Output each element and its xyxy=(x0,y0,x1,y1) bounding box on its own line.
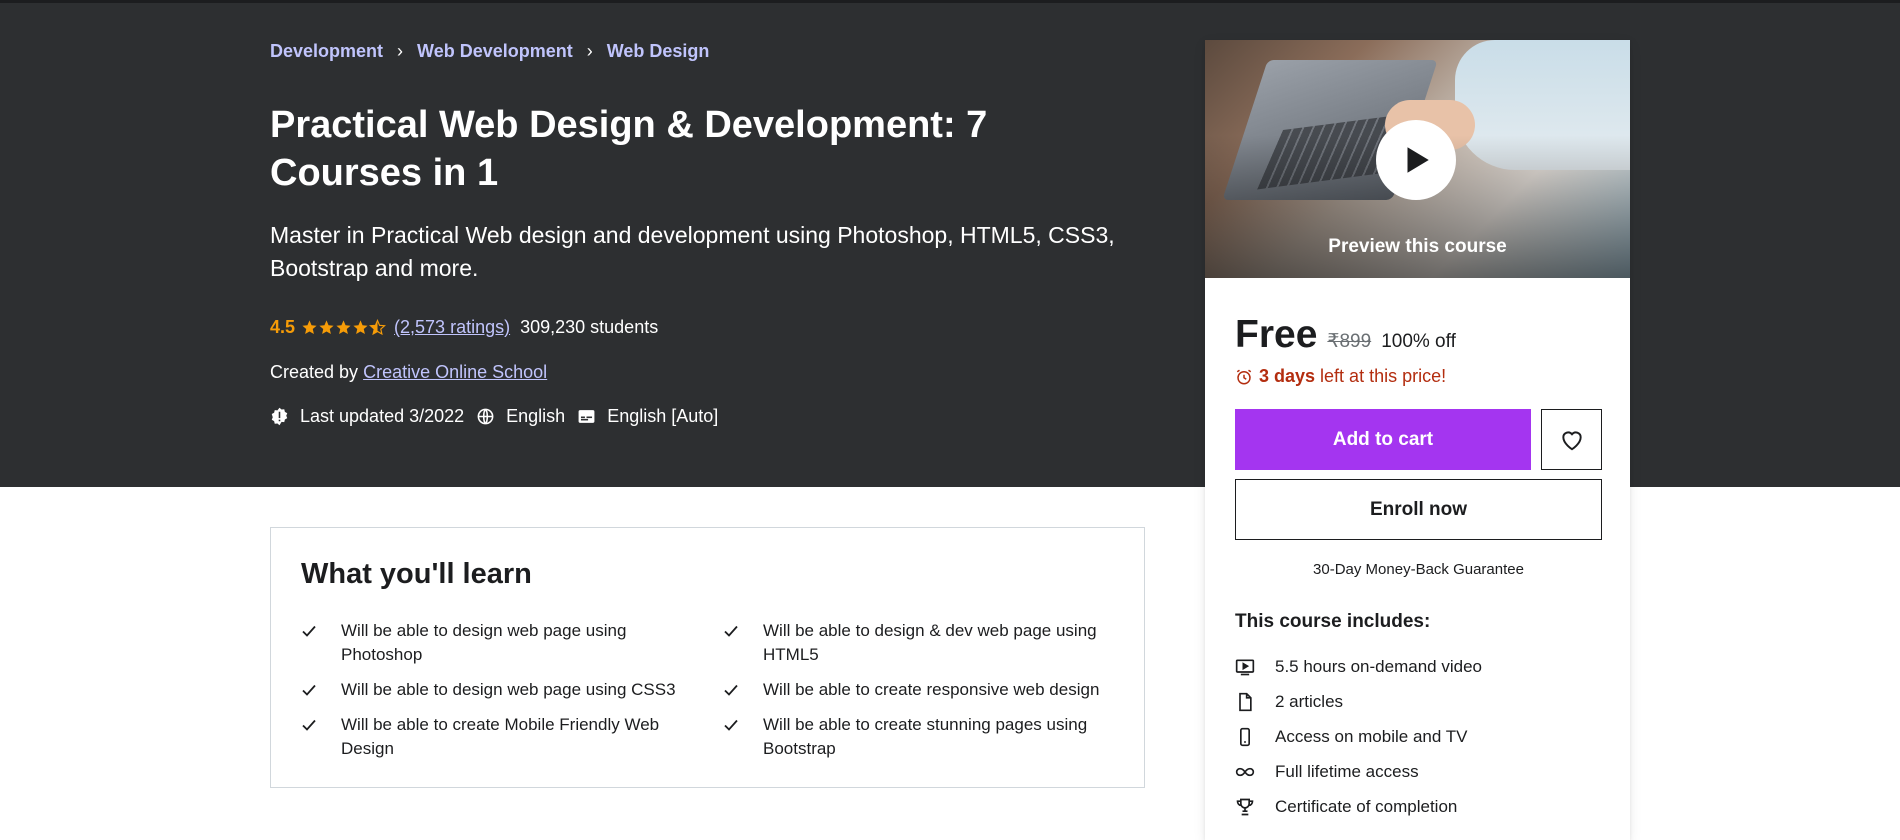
heart-icon xyxy=(1561,431,1582,450)
alert-badge-icon xyxy=(270,407,289,426)
learn-item-text: Will be able to create responsive web de… xyxy=(763,680,1100,699)
course-subtitle: Master in Practical Web design and devel… xyxy=(270,222,1115,281)
course-captions: English [Auto] xyxy=(607,406,719,426)
price-row: Free ₹899 100% off xyxy=(1235,313,1456,357)
mobile-icon xyxy=(1235,727,1255,747)
learn-item-text: Will be able to design web page using CS… xyxy=(341,680,676,699)
includes-item: Access on mobile and TV xyxy=(1235,719,1482,754)
trophy-icon xyxy=(1235,797,1255,817)
includes-item: 5.5 hours on-demand video xyxy=(1235,649,1482,684)
star-icon xyxy=(302,320,317,335)
includes-item-label: 5.5 hours on-demand video xyxy=(1275,656,1482,676)
learn-item-text: Will be able to create Mobile Friendly W… xyxy=(341,715,660,758)
check-icon xyxy=(302,684,316,696)
learn-item: Will be able to create stunning pages us… xyxy=(723,713,1103,761)
breadcrumb: Development › Web Development › Web Desi… xyxy=(270,41,709,62)
learn-item-text: Will be able to design & dev web page us… xyxy=(763,621,1097,664)
learn-item: Will be able to design web page using Ph… xyxy=(301,619,681,667)
star-half-icon xyxy=(369,319,386,336)
includes-item: Certificate of completion xyxy=(1235,789,1482,824)
rating-row: 4.5 (2,573 ratings) 309,230 students xyxy=(270,317,658,338)
check-icon xyxy=(302,625,316,637)
enroll-now-button[interactable]: Enroll now xyxy=(1235,479,1602,540)
play-icon xyxy=(1407,147,1429,173)
check-icon xyxy=(302,719,316,731)
includes-item-label: Certificate of completion xyxy=(1275,796,1458,816)
includes-item-label: Full lifetime access xyxy=(1275,761,1419,781)
last-updated: Last updated 3/2022 xyxy=(300,406,465,426)
course-language: English xyxy=(506,406,566,426)
includes-item-label: Access on mobile and TV xyxy=(1275,726,1468,746)
wishlist-button[interactable] xyxy=(1541,409,1602,470)
timer-text: left at this price! xyxy=(1320,366,1447,386)
learn-item-text: Will be able to create stunning pages us… xyxy=(763,715,1088,758)
course-meta: Last updated 3/2022 English English [Aut… xyxy=(270,406,730,427)
what-you-learn-box: What you'll learn Will be able to design… xyxy=(270,527,1145,788)
learn-item: Will be able to create Mobile Friendly W… xyxy=(301,713,681,761)
purchase-sidebar: Preview this course Free ₹899 100% off 3… xyxy=(1205,40,1630,840)
globe-icon xyxy=(476,407,495,426)
what-you-learn-title: What you'll learn xyxy=(301,558,532,590)
learn-item-text: Will be able to design web page using Ph… xyxy=(341,621,627,664)
infinity-icon xyxy=(1235,762,1255,782)
course-title: Practical Web Design & Development: 7 Co… xyxy=(270,104,988,194)
captions-icon xyxy=(577,407,596,426)
alarm-clock-icon xyxy=(1236,369,1252,384)
star-icon xyxy=(353,320,368,335)
learn-item: Will be able to design & dev web page us… xyxy=(723,619,1103,667)
learn-item: Will be able to create responsive web de… xyxy=(723,678,1103,702)
learn-item: Will be able to design web page using CS… xyxy=(301,678,681,702)
price-timer: 3 days left at this price! xyxy=(1235,366,1446,387)
rating-number: 4.5 xyxy=(270,317,296,337)
money-back-guarantee: 30-Day Money-Back Guarantee xyxy=(1313,561,1524,578)
includes-list: 5.5 hours on-demand video 2 articles Acc… xyxy=(1235,649,1482,824)
includes-item-label: 2 articles xyxy=(1275,691,1344,711)
preview-label: Preview this course xyxy=(1328,236,1507,257)
check-icon xyxy=(724,719,738,731)
current-price: Free xyxy=(1235,313,1318,356)
includes-item: Full lifetime access xyxy=(1235,754,1482,789)
chevron-right-icon: › xyxy=(397,41,404,61)
star-icon xyxy=(319,320,334,335)
add-to-cart-button[interactable]: Add to cart xyxy=(1235,409,1531,470)
instructor-link[interactable]: Creative Online School xyxy=(363,362,547,382)
star-rating xyxy=(301,319,386,336)
check-icon xyxy=(724,684,738,696)
star-icon xyxy=(336,320,351,335)
timer-days: 3 days xyxy=(1259,366,1316,386)
includes-item: 2 articles xyxy=(1235,684,1482,719)
video-icon xyxy=(1235,657,1255,677)
original-price: ₹899 xyxy=(1327,331,1372,352)
check-icon xyxy=(724,625,738,637)
course-preview-video[interactable]: Preview this course xyxy=(1205,40,1630,278)
breadcrumb-development[interactable]: Development xyxy=(270,41,383,62)
chevron-right-icon: › xyxy=(586,41,593,61)
students-count: 309,230 students xyxy=(520,317,659,337)
breadcrumb-web-design[interactable]: Web Design xyxy=(607,41,710,62)
file-icon xyxy=(1235,692,1255,712)
includes-title: This course includes: xyxy=(1235,611,1431,632)
created-by-label: Created by xyxy=(270,362,359,382)
breadcrumb-web-development[interactable]: Web Development xyxy=(417,41,573,62)
discount-percent: 100% off xyxy=(1381,331,1456,352)
created-by: Created by Creative Online School xyxy=(270,362,547,383)
play-button[interactable] xyxy=(1376,120,1456,200)
ratings-count-link[interactable]: (2,573 ratings) xyxy=(394,317,510,338)
